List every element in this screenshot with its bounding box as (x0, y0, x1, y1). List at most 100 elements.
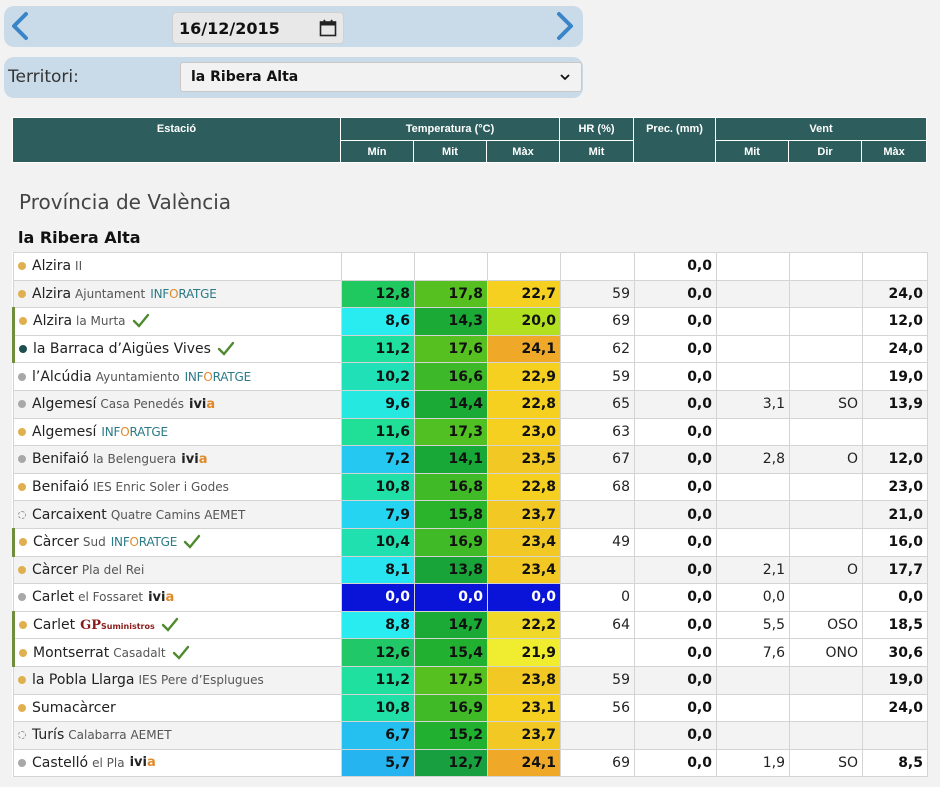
table-row[interactable]: Castelló el Pla ivia 5,7 12,7 24,1 69 0,0 1,9 SO 8… (13, 748, 928, 778)
table-row[interactable]: Carcaixent Quatre Camins AEMET 7,9 15,8 23,7… (13, 500, 928, 529)
wind-max-cell: 18,5 (862, 610, 928, 640)
station-location: el Fossaret (78, 590, 144, 605)
wind-dir-cell: SO (789, 748, 863, 778)
station-cell[interactable]: Sumacàrcer (13, 693, 342, 723)
status-dot-icon (19, 345, 27, 354)
station-name[interactable]: Benifaió (32, 451, 89, 467)
chevron-down-icon (560, 74, 570, 81)
station-cell[interactable]: Carlet el Fossaret ivia (13, 583, 342, 612)
wind-mit-cell: 5,5 (716, 610, 790, 640)
station-location: Ajuntament (75, 286, 146, 301)
station-cell[interactable]: Castelló el Pla ivia (13, 748, 342, 778)
temp-max-cell: 0,0 (487, 583, 561, 612)
table-row[interactable]: l’Alcúdia Ayuntamiento INFORATGE 10,2 16,6 22… (13, 362, 928, 391)
humidity-cell: 49 (560, 527, 635, 557)
table-row[interactable]: Sumacàrcer 10,8 16,9 23,1 56 0,0 24,0 (13, 693, 928, 723)
table-row[interactable]: Benifaió IES Enric Soler i Godes 10,8 16,8 2… (13, 472, 928, 502)
station-cell[interactable]: Carlet GPSuministros (12, 610, 342, 640)
station-cell[interactable]: Algemesí Casa Penedés ivia (13, 389, 342, 419)
station-cell[interactable]: Montserrat Casadalt (12, 638, 342, 667)
wind-max-cell: 17,7 (862, 555, 928, 585)
territory-label: Territori: (8, 67, 79, 87)
station-name[interactable]: Algemesí (32, 424, 96, 440)
temp-mit-cell: 17,6 (414, 334, 488, 364)
station-name[interactable]: Alzira (32, 286, 71, 302)
station-cell[interactable]: Alzira II (13, 252, 342, 281)
table-row[interactable]: Benifaió la Belenguera ivia 7,2 14,1 23,5 67 0,… (13, 445, 928, 474)
table-row[interactable]: Algemesí Casa Penedés ivia 9,6 14,4 22,8 65 0,0… (13, 389, 928, 419)
header-wind-dir: Dir (788, 140, 863, 163)
temp-mit-cell: 15,2 (414, 721, 488, 750)
precipitation-cell: 0,0 (634, 500, 717, 529)
table-row[interactable]: Alzira la Murta 8,6 14,3 20,0 69 0,0 12,0 (12, 307, 928, 336)
station-cell[interactable]: la Barraca d’Aigües Vives (12, 334, 342, 364)
station-name[interactable]: Càrcer (32, 562, 78, 578)
table-row[interactable]: Carlet GPSuministros 8,8 14,7 22,2 64 0,0 5,5 OS… (12, 610, 928, 640)
temp-mit-cell: 17,3 (414, 417, 488, 447)
station-cell[interactable]: Carcaixent Quatre Camins AEMET (13, 500, 342, 529)
stations-table: Alzira II 0,0 Alzira Ajuntament INFORATGE 12,8… (12, 252, 928, 778)
station-name[interactable]: Sumacàrcer (32, 700, 116, 716)
station-cell[interactable]: Càrcer Sud INFORATGE (12, 527, 342, 557)
table-row[interactable]: Alzira II 0,0 (13, 252, 928, 281)
station-name[interactable]: Algemesí (32, 396, 96, 412)
precipitation-cell: 0,0 (634, 638, 717, 667)
table-row[interactable]: Montserrat Casadalt 12,6 15,4 21,9 0,0 7,6 ONO 3… (12, 638, 928, 667)
humidity-cell (560, 721, 635, 750)
station-name[interactable]: Càrcer (33, 534, 79, 550)
station-location: Casa Penedés (100, 397, 184, 412)
temp-min-cell: 7,2 (341, 445, 415, 474)
verified-check-icon (132, 314, 149, 329)
station-name[interactable]: Carlet (32, 589, 74, 605)
table-row[interactable]: Alzira Ajuntament INFORATGE 12,8 17,8 22,7 59 0… (13, 279, 928, 309)
wind-mit-cell (716, 721, 790, 750)
precipitation-cell: 0,0 (634, 389, 717, 419)
station-cell[interactable]: Turís Calabarra AEMET (13, 721, 342, 750)
station-cell[interactable]: Càrcer Pla del Rei (13, 555, 342, 585)
table-row[interactable]: la Barraca d’Aigües Vives 11,2 17,6 24,1 62 0… (12, 334, 928, 364)
precipitation-cell: 0,0 (634, 334, 717, 364)
station-name[interactable]: Carlet (33, 617, 75, 633)
table-row[interactable]: Càrcer Pla del Rei 8,1 13,8 23,4 0,0 2,1 O 17,7 (13, 555, 928, 585)
station-name[interactable]: Alzira (33, 313, 72, 329)
station-name[interactable]: la Pobla Llarga (32, 672, 134, 688)
table-row[interactable]: Algemesí INFORATGE 11,6 17,3 23,0 63 0,0 (13, 417, 928, 447)
calendar-icon[interactable] (319, 19, 337, 37)
station-name[interactable]: Turís (32, 727, 64, 743)
station-name[interactable]: Carcaixent (32, 507, 107, 523)
humidity-cell: 67 (560, 445, 635, 474)
humidity-cell: 69 (560, 307, 635, 336)
station-name[interactable]: Montserrat (33, 645, 109, 661)
table-row[interactable]: Carlet el Fossaret ivia 0,0 0,0 0,0 0 0,0 0,0 0,0 (13, 583, 928, 612)
station-cell[interactable]: Benifaió la Belenguera ivia (13, 445, 342, 474)
station-name[interactable]: Castelló (32, 755, 88, 771)
wind-dir-cell (789, 279, 863, 309)
table-row[interactable]: la Pobla Llarga IES Pere d’Esplugues 11,2 1… (13, 665, 928, 695)
status-dot-icon (18, 262, 26, 271)
wind-dir-cell: O (789, 555, 863, 585)
status-dot-icon (19, 538, 27, 547)
verified-check-icon (217, 341, 235, 356)
status-dot-icon (18, 593, 26, 602)
wind-max-cell: 12,0 (862, 445, 928, 474)
station-name[interactable]: l’Alcúdia (32, 369, 92, 385)
previous-day-arrow-icon[interactable] (6, 10, 36, 42)
station-cell[interactable]: Algemesí INFORATGE (13, 417, 342, 447)
station-cell[interactable]: Alzira la Murta (12, 307, 342, 336)
station-name[interactable]: la Barraca d’Aigües Vives (33, 341, 211, 357)
station-cell[interactable]: Alzira Ajuntament INFORATGE (13, 279, 342, 309)
inforatge-logo: INFORATGE (110, 535, 178, 550)
station-cell[interactable]: la Pobla Llarga IES Pere d’Esplugues (13, 665, 342, 695)
station-cell[interactable]: l’Alcúdia Ayuntamiento INFORATGE (13, 362, 342, 391)
next-day-arrow-icon[interactable] (549, 10, 579, 42)
table-row[interactable]: Turís Calabarra AEMET 6,7 15,2 23,7 0,0 (13, 721, 928, 750)
date-input[interactable]: 16/12/2015 (172, 12, 344, 44)
territory-select[interactable]: la Ribera Alta (180, 62, 582, 92)
precipitation-cell: 0,0 (634, 721, 717, 750)
station-cell[interactable]: Benifaió IES Enric Soler i Godes (13, 472, 342, 502)
station-name[interactable]: Benifaió (32, 479, 89, 495)
table-row[interactable]: Càrcer Sud INFORATGE 10,4 16,9 23,4 49 0,0 16,0 (12, 527, 928, 557)
station-name[interactable]: Alzira (32, 258, 71, 274)
wind-dir-cell (789, 693, 863, 723)
inforatge-logo: INFORATGE (150, 286, 217, 301)
